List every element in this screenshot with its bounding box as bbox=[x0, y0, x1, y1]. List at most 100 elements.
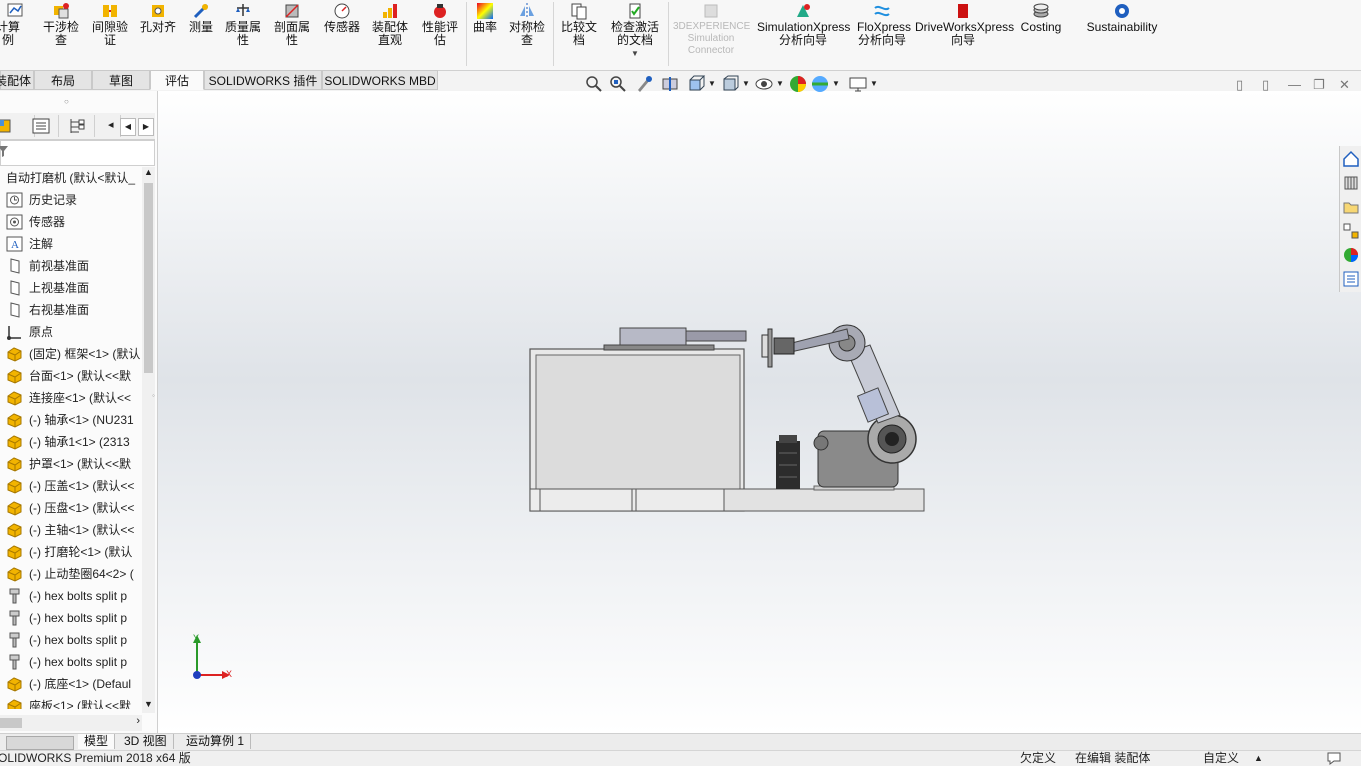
hide-show-items-icon[interactable] bbox=[754, 74, 774, 94]
view-orientation-icon[interactable] bbox=[686, 74, 706, 94]
zoom-to-fit-icon[interactable] bbox=[584, 74, 604, 94]
tile-right-icon[interactable]: ▯ bbox=[1262, 77, 1269, 93]
feature-tree-horizontal-scrollbar[interactable]: › bbox=[0, 715, 142, 731]
sustainability-button[interactable]: Sustainability bbox=[1080, 0, 1164, 66]
measure-button[interactable]: 测量 bbox=[184, 0, 218, 66]
tree-item[interactable]: 座板<1> (默认<<默 bbox=[0, 695, 142, 709]
tab-dimxpert[interactable]: ◂ bbox=[100, 115, 121, 137]
tree-item[interactable]: (-) 轴承<1> (NU231 bbox=[0, 409, 142, 431]
simulationxpress-button[interactable]: SimulationXpress分析向导 bbox=[756, 0, 850, 66]
minimize-icon[interactable]: — bbox=[1288, 77, 1301, 92]
close-icon[interactable]: ✕ bbox=[1339, 77, 1350, 93]
feature-tree: 历史记录 传感器 A 注解 前视基准面 上视基准面 右视基准面 原点 (固定) 框架<1> (默… bbox=[0, 189, 142, 709]
design-library-icon[interactable] bbox=[1342, 174, 1360, 192]
tree-item[interactable]: (固定) 框架<1> (默认 bbox=[0, 343, 142, 365]
graphics-area[interactable]: Y X bbox=[158, 91, 1361, 733]
3dexperience-connector-button[interactable]: 3DEXPERIENCE Simulation Connector bbox=[672, 0, 750, 66]
section-view-icon[interactable] bbox=[660, 74, 680, 94]
tab-assembly[interactable]: 装配体 bbox=[0, 70, 34, 90]
tree-root[interactable]: 自动打磨机 (默认<默认_ bbox=[0, 167, 142, 189]
view-palette-icon[interactable] bbox=[1342, 222, 1360, 240]
apply-scene-icon[interactable] bbox=[810, 74, 830, 94]
tab-evaluate[interactable]: 评估 bbox=[150, 70, 204, 90]
tab-model[interactable]: 模型 bbox=[78, 734, 116, 749]
tab-solidworks-mbd[interactable]: SOLIDWORKS MBD bbox=[322, 70, 438, 90]
tab-scroll-right[interactable]: ▶ bbox=[138, 118, 154, 136]
scroll-thumb[interactable] bbox=[144, 183, 153, 373]
curvature-button[interactable]: 曲率 bbox=[470, 0, 500, 66]
status-units[interactable]: 自定义 bbox=[1203, 751, 1239, 766]
tree-item[interactable]: 右视基准面 bbox=[0, 299, 142, 321]
feature-tree-filter[interactable] bbox=[0, 140, 155, 166]
tab-sketch[interactable]: 草图 bbox=[92, 70, 150, 90]
scroll-right-arrow[interactable]: › bbox=[136, 715, 140, 727]
tab-layout[interactable]: 布局 bbox=[34, 70, 92, 90]
tab-3d-views[interactable]: 3D 视图 bbox=[118, 734, 174, 749]
tab-configuration-manager[interactable] bbox=[60, 115, 95, 137]
tree-item[interactable]: 前视基准面 bbox=[0, 255, 142, 277]
status-editing: 在编辑 装配体 bbox=[1075, 751, 1151, 765]
custom-properties-icon[interactable] bbox=[1342, 270, 1360, 288]
design-study-icon bbox=[7, 3, 23, 17]
assembly-visualization-button[interactable]: 装配体直观 bbox=[368, 0, 412, 66]
edit-appearance-icon[interactable] bbox=[788, 74, 808, 94]
tree-item[interactable]: (-) hex bolts split p bbox=[0, 629, 142, 651]
tree-item[interactable]: (-) 轴承1<1> (2313 bbox=[0, 431, 142, 453]
feature-tree-vertical-scrollbar[interactable]: ▲ ▼ bbox=[142, 167, 155, 713]
tree-item[interactable]: (-) 压盖<1> (默认<< bbox=[0, 475, 142, 497]
driveworksxpress-button[interactable]: DriveWorksXpress向导 bbox=[914, 0, 1014, 66]
scroll-up-arrow[interactable]: ▲ bbox=[142, 167, 155, 181]
tab-navigation-arrows[interactable] bbox=[6, 736, 74, 750]
tree-item[interactable]: (-) hex bolts split p bbox=[0, 607, 142, 629]
tree-item[interactable]: 上视基准面 bbox=[0, 277, 142, 299]
units-up-arrow-icon[interactable]: ▲ bbox=[1254, 751, 1263, 766]
tree-item[interactable]: 护罩<1> (默认<<默 bbox=[0, 453, 142, 475]
performance-evaluation-button[interactable]: 性能评估 bbox=[418, 0, 462, 66]
dropdown-arrow-icon[interactable]: ▼ bbox=[606, 47, 664, 60]
display-style-icon[interactable] bbox=[720, 74, 740, 94]
clearance-verification-button[interactable]: 间隙验证 bbox=[87, 0, 133, 66]
restore-icon[interactable]: ❐ bbox=[1313, 77, 1325, 93]
panel-grip-icon[interactable]: ○ bbox=[64, 97, 69, 106]
tab-property-manager[interactable] bbox=[24, 115, 59, 137]
floxpress-button[interactable]: FloXpress分析向导 bbox=[854, 0, 911, 66]
compare-documents-button[interactable]: 比较文档 bbox=[557, 0, 601, 66]
tree-item[interactable]: 台面<1> (默认<<默 bbox=[0, 365, 142, 387]
design-study-button[interactable]: 计算例 bbox=[0, 0, 30, 66]
tree-item[interactable]: (-) 打磨轮<1> (默认 bbox=[0, 541, 142, 563]
tree-item[interactable]: (-) 止动垫圈64<2> ( bbox=[0, 563, 142, 585]
tree-item[interactable]: 传感器 bbox=[0, 211, 142, 233]
tree-item[interactable]: 连接座<1> (默认<< bbox=[0, 387, 142, 409]
panel-splitter-handle[interactable]: ◦ bbox=[152, 391, 157, 407]
file-explorer-icon[interactable] bbox=[1342, 198, 1360, 216]
tree-item[interactable]: (-) 压盘<1> (默认<< bbox=[0, 497, 142, 519]
scroll-down-arrow[interactable]: ▼ bbox=[142, 699, 155, 713]
tree-item[interactable]: 原点 bbox=[0, 321, 142, 343]
symmetry-check-button[interactable]: 对称检查 bbox=[505, 0, 549, 66]
tab-scroll-left[interactable]: ◀ bbox=[120, 118, 136, 136]
check-active-document-button[interactable]: 检查激活的文档 ▼ bbox=[606, 0, 664, 66]
interference-detection-button[interactable]: 干涉检查 bbox=[38, 0, 84, 66]
tree-item[interactable]: (-) hex bolts split p bbox=[0, 651, 142, 673]
zoom-to-area-icon[interactable] bbox=[608, 74, 628, 94]
tree-item[interactable]: 历史记录 bbox=[0, 189, 142, 211]
tile-left-icon[interactable]: ▯ bbox=[1236, 77, 1243, 93]
tree-item[interactable]: (-) hex bolts split p bbox=[0, 585, 142, 607]
tab-solidworks-addins[interactable]: SOLIDWORKS 插件 bbox=[204, 70, 322, 90]
solidworks-resources-icon[interactable] bbox=[1342, 150, 1360, 168]
tree-item[interactable]: (-) 主轴<1> (默认<< bbox=[0, 519, 142, 541]
costing-button[interactable]: Costing bbox=[1016, 0, 1066, 66]
tab-motion-study-1[interactable]: 运动算例 1 bbox=[180, 734, 252, 749]
tree-item[interactable]: (-) 底座<1> (Defaul bbox=[0, 673, 142, 695]
view-settings-dropdown-icon[interactable]: ▼ bbox=[870, 79, 890, 99]
mass-properties-button[interactable]: 质量属性 bbox=[221, 0, 265, 66]
hole-alignment-button[interactable]: 孔对齐 bbox=[137, 0, 179, 66]
sensor-button[interactable]: 传感器 bbox=[320, 0, 364, 66]
help-icon[interactable] bbox=[1326, 751, 1344, 765]
view-settings-icon[interactable] bbox=[848, 74, 868, 94]
tree-item[interactable]: A 注解 bbox=[0, 233, 142, 255]
previous-view-icon[interactable] bbox=[634, 74, 654, 94]
section-properties-button[interactable]: 剖面属性 bbox=[270, 0, 314, 66]
scroll-thumb[interactable] bbox=[0, 718, 22, 728]
appearances-scenes-icon[interactable] bbox=[1342, 246, 1360, 264]
